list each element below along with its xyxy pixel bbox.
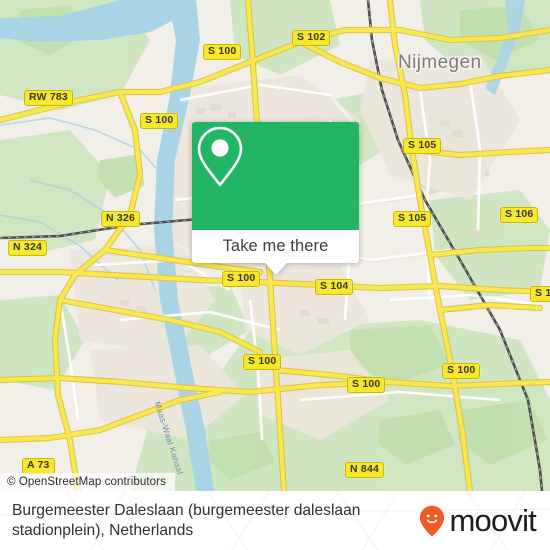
map-canvas[interactable]: Nijmegen Maas-Waal Kanaal S 102 S 100 RW… [0,0,550,491]
location-title: Burgemeester Daleslaan (burgemeester dal… [12,501,361,539]
road-shield-s10[interactable]: S 10 [530,286,550,302]
map-pin-icon [197,126,243,187]
road-shield-n326[interactable]: N 326 [101,211,141,227]
road-shield-s100[interactable]: S 100 [347,377,386,393]
footer-bar: Burgemeester Daleslaan (burgemeester dal… [0,491,550,550]
road-shield-s106[interactable]: S 106 [500,207,539,223]
popup-marker-area [192,122,359,230]
map-label-nijmegen: Nijmegen [398,52,482,73]
road-shield-s102[interactable]: S 102 [292,30,331,46]
road-shield-s105[interactable]: S 105 [393,211,432,227]
road-shield-s100[interactable]: S 100 [442,363,481,379]
popup-cta-area[interactable]: Take me there [192,230,359,263]
road-shield-rw783[interactable]: RW 783 [24,90,73,106]
moovit-wordmark: moovit [449,503,536,538]
road-shield-s100[interactable]: S 100 [140,113,179,129]
take-me-there-label: Take me there [222,237,329,255]
osm-attribution[interactable]: © OpenStreetMap contributors [0,473,175,491]
road-shield-s100[interactable]: S 100 [243,354,282,370]
road-shield-a73[interactable]: A 73 [22,458,55,474]
popup-pointer-tail [264,263,287,275]
road-shield-s100[interactable]: S 100 [222,271,261,287]
road-shield-s105[interactable]: S 105 [403,138,442,154]
road-shield-n324[interactable]: N 324 [8,240,48,256]
road-shield-n844[interactable]: N 844 [345,462,385,478]
road-shield-s100[interactable]: S 100 [203,44,242,60]
location-popup-card[interactable]: Take me there [192,122,359,275]
moovit-brand[interactable]: moovit [419,503,537,538]
moovit-smiley-pin-icon [420,505,445,536]
moovit-location-card: Nijmegen Maas-Waal Kanaal S 102 S 100 RW… [0,0,550,550]
road-shield-s104[interactable]: S 104 [315,279,354,295]
